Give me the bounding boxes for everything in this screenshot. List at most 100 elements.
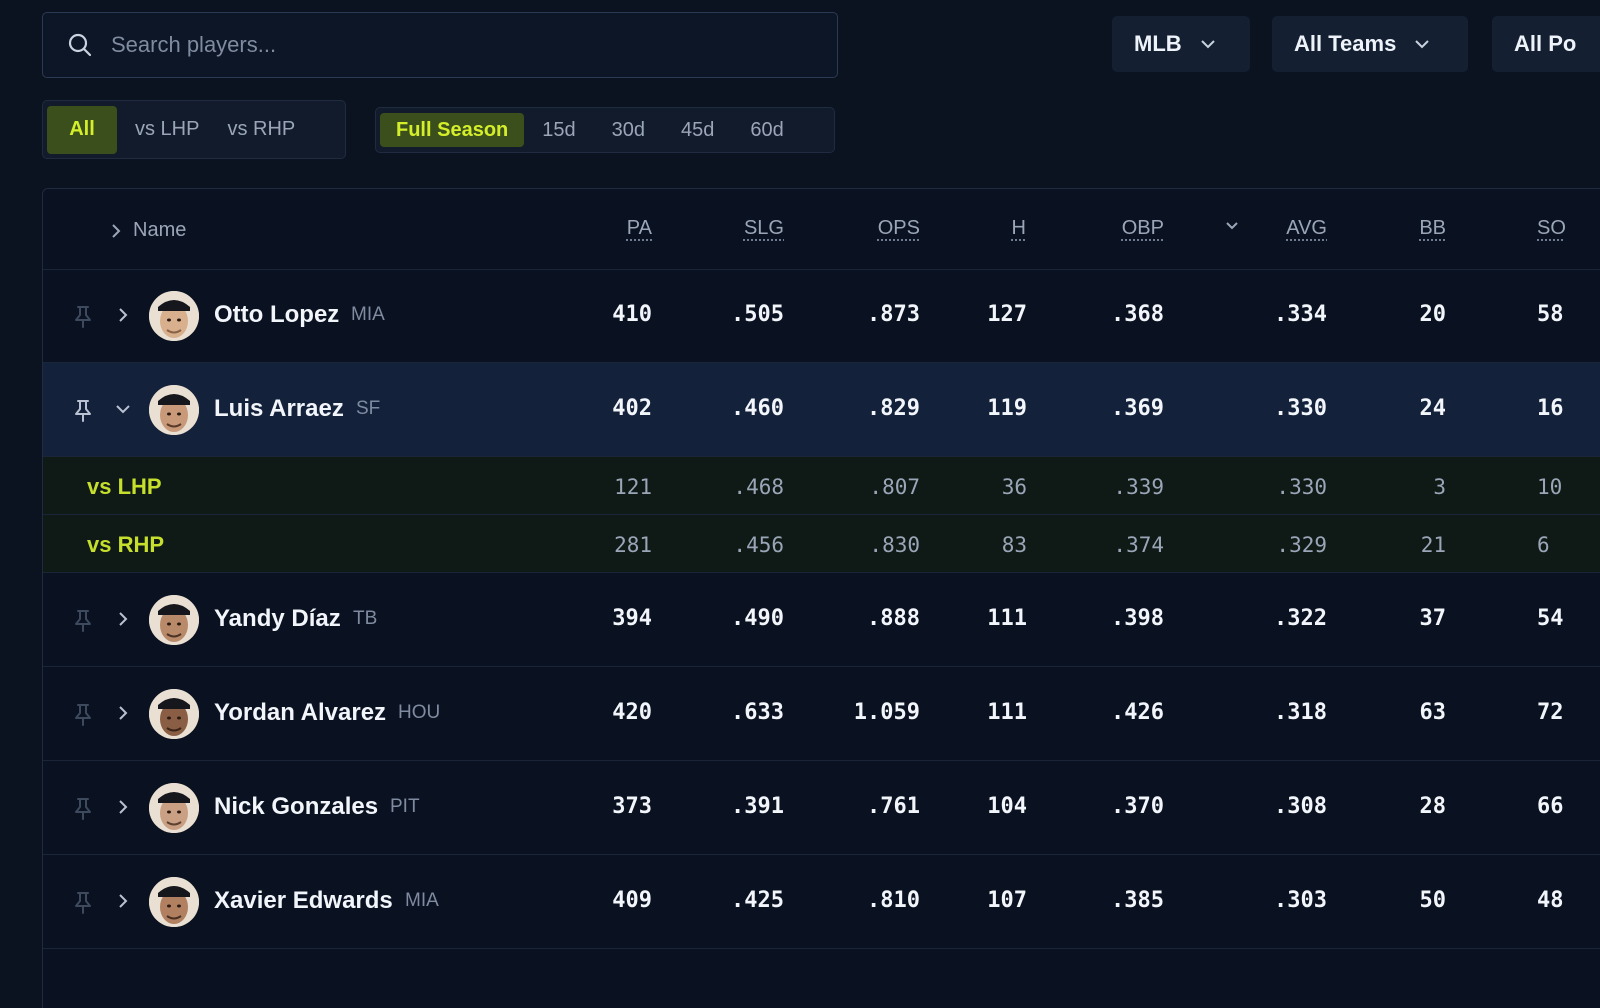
player-name[interactable]: Xavier Edwards bbox=[214, 887, 393, 915]
avatar bbox=[149, 291, 199, 341]
avatar bbox=[149, 783, 199, 833]
stat-pa: 402 bbox=[612, 396, 652, 421]
chevron-right-icon[interactable] bbox=[115, 307, 131, 323]
column-header-h[interactable]: H bbox=[1012, 217, 1026, 240]
stat-slg: .505 bbox=[731, 302, 784, 327]
player-team: SF bbox=[356, 398, 381, 419]
player-team: MIA bbox=[405, 890, 439, 911]
player-name[interactable]: Yordan Alvarez bbox=[214, 699, 386, 727]
stat-bb: 21 bbox=[1420, 533, 1446, 557]
table-header: Name PA SLG OPS H OBP AVG BB SO bbox=[43, 189, 1600, 270]
tab-all[interactable]: All bbox=[47, 105, 117, 154]
stat-bb: 63 bbox=[1419, 700, 1447, 725]
chevron-right-icon[interactable] bbox=[115, 893, 131, 909]
stat-pa: 420 bbox=[612, 700, 652, 725]
stat-h: 83 bbox=[1001, 533, 1027, 557]
stat-slg: .468 bbox=[733, 475, 784, 499]
stat-obp: .385 bbox=[1111, 888, 1164, 913]
stat-slg: .460 bbox=[731, 396, 784, 421]
chevron-right-icon bbox=[111, 223, 121, 239]
pin-icon[interactable] bbox=[73, 891, 93, 915]
stat-bb: 50 bbox=[1419, 888, 1447, 913]
player-team: TB bbox=[353, 608, 378, 629]
stat-obp: .339 bbox=[1113, 475, 1164, 499]
player-name[interactable]: Nick Gonzales bbox=[214, 793, 378, 821]
column-header-slg[interactable]: SLG bbox=[744, 217, 784, 240]
column-header-ops[interactable]: OPS bbox=[878, 217, 920, 240]
search-input[interactable] bbox=[109, 31, 753, 59]
stat-so: 58 bbox=[1537, 302, 1564, 327]
stat-slg: .490 bbox=[731, 606, 784, 631]
stat-obp: .370 bbox=[1111, 794, 1164, 819]
stat-pa: 373 bbox=[612, 794, 652, 819]
avatar bbox=[149, 689, 199, 739]
stat-obp: .398 bbox=[1111, 606, 1164, 631]
avatar bbox=[149, 877, 199, 927]
split-label: vs LHP bbox=[87, 474, 162, 499]
chevron-down-icon bbox=[1414, 39, 1430, 49]
stat-pa: 410 bbox=[612, 302, 652, 327]
split-row[interactable]: vs LHP 121.468.807 36.339.330 3 10 bbox=[43, 457, 1600, 515]
chevron-right-icon[interactable] bbox=[115, 705, 131, 721]
team-dropdown[interactable]: All Teams bbox=[1272, 16, 1468, 72]
tab-vs-lhp[interactable]: vs LHP bbox=[117, 106, 217, 154]
stat-h: 119 bbox=[987, 396, 1027, 421]
stat-bb: 24 bbox=[1419, 396, 1447, 421]
tab-60d[interactable]: 60d bbox=[732, 113, 801, 147]
table-row[interactable]: Otto Lopez MIA 410.505.873 127.368.334 20 58 bbox=[43, 269, 1600, 363]
stat-bb: 37 bbox=[1419, 606, 1447, 631]
table-row[interactable]: Yordan Alvarez HOU 420.633 1.059 111.426.318… bbox=[43, 667, 1600, 761]
column-header-obp[interactable]: OBP bbox=[1122, 217, 1164, 240]
column-header-avg[interactable]: AVG bbox=[1286, 217, 1327, 240]
player-name[interactable]: Luis Arraez bbox=[214, 395, 344, 423]
table-row[interactable]: Yandy Díaz TB 394.490.888 111.398.322 37 54 bbox=[43, 573, 1600, 667]
pin-icon[interactable] bbox=[73, 703, 93, 727]
player-name[interactable]: Yandy Díaz bbox=[214, 605, 341, 633]
table-row[interactable]: Nick Gonzales PIT 373.391.761 104.370.308 28… bbox=[43, 761, 1600, 855]
position-dropdown-label: All Po bbox=[1514, 31, 1577, 56]
sort-desc-icon[interactable] bbox=[1225, 221, 1239, 231]
table-row[interactable]: Xavier Edwards MIA 409.425.810 107.385.303 5… bbox=[43, 855, 1600, 949]
stat-obp: .426 bbox=[1111, 700, 1164, 725]
tab-45d[interactable]: 45d bbox=[663, 113, 732, 147]
column-header-so[interactable]: SO bbox=[1537, 217, 1566, 240]
table-row[interactable]: Luis Arraez SF 402.460.829 119.369.330 24 16 bbox=[43, 363, 1600, 457]
split-row[interactable]: vs RHP 281.456.830 83.374.329 21 6 bbox=[43, 515, 1600, 573]
period-toggle: Full Season 15d 30d 45d 60d bbox=[375, 107, 835, 153]
player-team: PIT bbox=[390, 796, 420, 817]
league-dropdown[interactable]: MLB bbox=[1112, 16, 1250, 72]
tab-vs-rhp[interactable]: vs RHP bbox=[217, 106, 305, 154]
tab-full-season[interactable]: Full Season bbox=[380, 113, 525, 147]
pin-icon[interactable] bbox=[73, 305, 93, 329]
stat-so: 48 bbox=[1537, 888, 1564, 913]
stat-bb: 3 bbox=[1433, 475, 1446, 499]
stat-pa: 409 bbox=[612, 888, 652, 913]
pin-icon[interactable] bbox=[73, 797, 93, 821]
player-name[interactable]: Otto Lopez bbox=[214, 301, 339, 329]
chevron-down-icon[interactable] bbox=[115, 401, 131, 417]
pin-icon[interactable] bbox=[73, 399, 93, 423]
stat-h: 104 bbox=[987, 794, 1027, 819]
stat-slg: .456 bbox=[733, 533, 784, 557]
stat-so: 72 bbox=[1537, 700, 1564, 725]
chevron-right-icon[interactable] bbox=[115, 799, 131, 815]
avatar bbox=[149, 385, 199, 435]
stat-h: 107 bbox=[987, 888, 1027, 913]
position-dropdown[interactable]: All Po bbox=[1492, 16, 1600, 72]
split-label: vs RHP bbox=[87, 532, 165, 557]
stat-h: 36 bbox=[1001, 475, 1027, 499]
column-header-bb[interactable]: BB bbox=[1419, 217, 1446, 240]
player-team: MIA bbox=[351, 304, 385, 325]
tab-30d[interactable]: 30d bbox=[594, 113, 663, 147]
tab-15d[interactable]: 15d bbox=[524, 113, 593, 147]
stat-so: 66 bbox=[1537, 794, 1564, 819]
stat-h: 127 bbox=[987, 302, 1027, 327]
chevron-right-icon[interactable] bbox=[115, 611, 131, 627]
column-header-pa[interactable]: PA bbox=[627, 217, 652, 240]
name-header-label: Name bbox=[133, 219, 187, 241]
pin-icon[interactable] bbox=[73, 609, 93, 633]
stat-bb: 20 bbox=[1419, 302, 1447, 327]
player-team: HOU bbox=[398, 702, 441, 723]
search-box[interactable] bbox=[42, 12, 838, 78]
name-column-header[interactable]: Name bbox=[111, 219, 186, 242]
